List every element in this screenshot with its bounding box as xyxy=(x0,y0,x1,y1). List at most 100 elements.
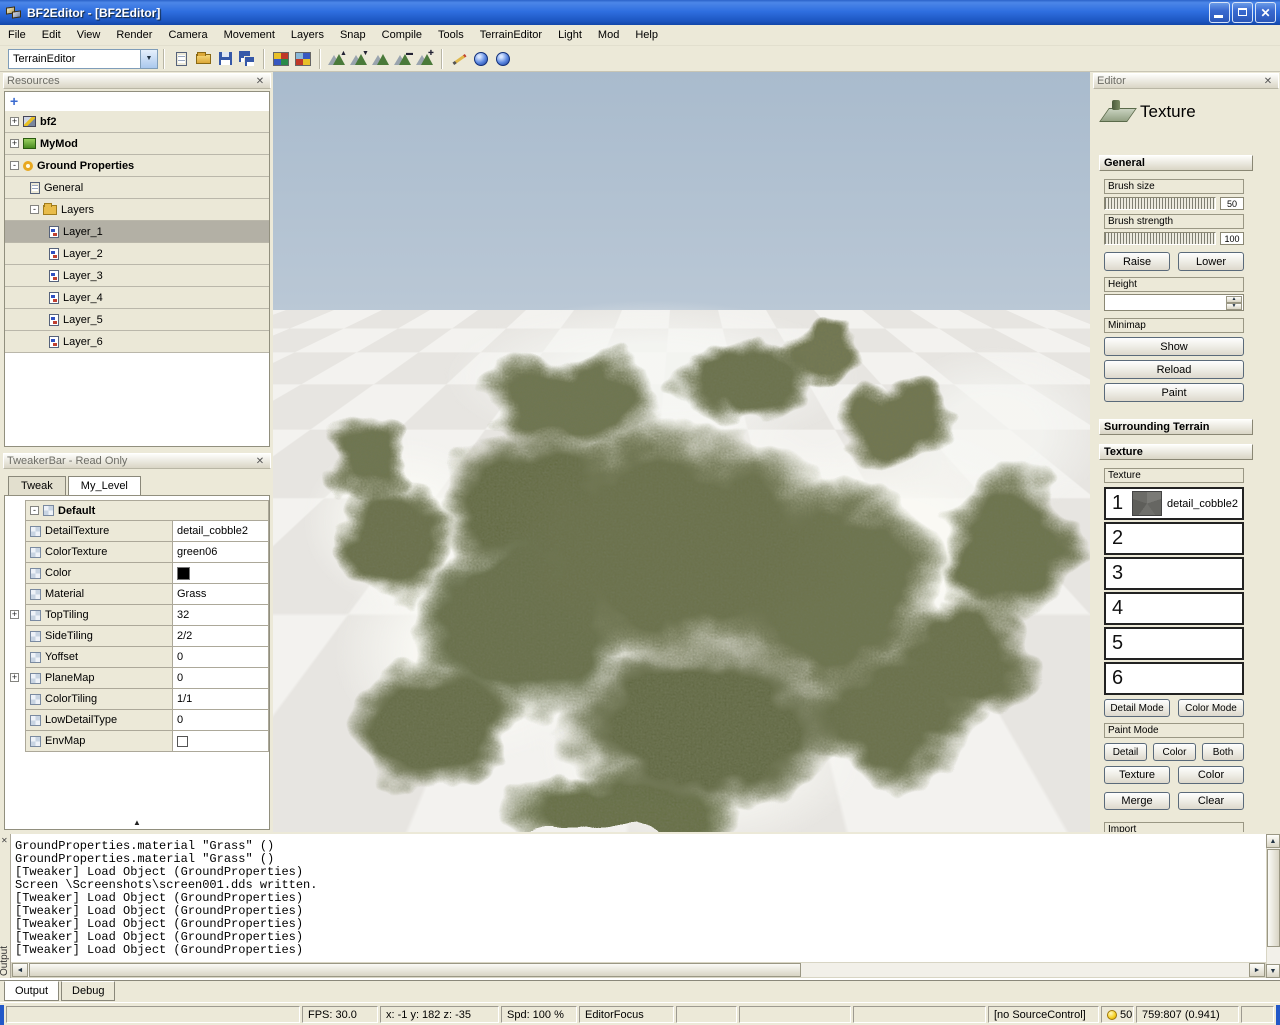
menu-tools[interactable]: Tools xyxy=(430,26,472,44)
texture-slot-2[interactable]: 2 xyxy=(1104,522,1244,555)
both-button[interactable]: Both xyxy=(1202,743,1244,761)
brush-size-slider[interactable] xyxy=(1104,197,1216,210)
color-paint-button[interactable]: Color xyxy=(1153,743,1196,761)
tree-item-mymod[interactable]: + MyMod xyxy=(5,133,269,155)
menu-snap[interactable]: Snap xyxy=(332,26,374,44)
property-row-colortexture[interactable]: ColorTexture green06 xyxy=(25,542,269,563)
menu-render[interactable]: Render xyxy=(108,26,160,44)
resource-view-icon[interactable] xyxy=(271,49,291,69)
dropdown-arrow-icon[interactable]: ▼ xyxy=(140,50,157,68)
merge-button[interactable]: Merge xyxy=(1104,792,1170,810)
property-value[interactable]: 0 xyxy=(177,651,183,663)
property-group-default[interactable]: - Default xyxy=(25,500,269,521)
expand-icon[interactable]: + xyxy=(10,117,19,126)
texture-slot-5[interactable]: 5 xyxy=(1104,627,1244,660)
import-label[interactable]: Import xyxy=(1104,822,1244,832)
expand-icon[interactable]: + xyxy=(10,673,19,682)
console-vertical-scrollbar[interactable]: ▲ ▼ xyxy=(1266,834,1280,978)
scroll-down-icon[interactable]: ▼ xyxy=(1266,964,1280,978)
property-value[interactable]: green06 xyxy=(177,546,217,558)
console-side-tab[interactable]: ✕ Output xyxy=(0,834,11,978)
property-value[interactable]: 1/1 xyxy=(177,693,192,705)
resources-close-icon[interactable]: ✕ xyxy=(253,76,267,87)
color-button[interactable]: Color xyxy=(1178,766,1244,784)
texture-slot-3[interactable]: 3 xyxy=(1104,557,1244,590)
detail-button[interactable]: Detail xyxy=(1104,743,1147,761)
add-resource-button[interactable]: + xyxy=(10,94,18,108)
property-value[interactable]: Grass xyxy=(177,588,206,600)
open-file-icon[interactable] xyxy=(193,49,213,69)
texture-slot-6[interactable]: 6 xyxy=(1104,662,1244,695)
restore-button[interactable] xyxy=(1232,2,1253,23)
collapse-icon[interactable]: - xyxy=(30,506,39,515)
property-row-envmap[interactable]: EnvMap xyxy=(25,731,269,752)
detail-mode-button[interactable]: Detail Mode xyxy=(1104,699,1170,717)
object-view-icon[interactable] xyxy=(293,49,313,69)
spin-down-icon[interactable]: ▼ xyxy=(1226,303,1242,310)
tree-item-bf2[interactable]: + bf2 xyxy=(5,111,269,133)
scrollbar-thumb[interactable] xyxy=(1267,849,1280,947)
property-row-color[interactable]: Color xyxy=(25,563,269,584)
tab-debug[interactable]: Debug xyxy=(61,981,115,1001)
property-row-colortiling[interactable]: ColorTiling 1/1 xyxy=(25,689,269,710)
tree-item-layer-3[interactable]: Layer_3 xyxy=(5,265,269,287)
console-horizontal-scrollbar[interactable]: ◄ ► xyxy=(11,962,1266,978)
level-terrain-icon[interactable]: ▬ xyxy=(393,49,413,69)
menu-camera[interactable]: Camera xyxy=(160,26,215,44)
menu-file[interactable]: File xyxy=(0,26,34,44)
tree-item-layer-2[interactable]: Layer_2 xyxy=(5,243,269,265)
console-close-icon[interactable]: ✕ xyxy=(1,836,8,845)
scroll-up-icon[interactable]: ▲ xyxy=(133,818,141,827)
slope-tool-icon[interactable] xyxy=(449,49,469,69)
texture-slot-4[interactable]: 4 xyxy=(1104,592,1244,625)
property-value[interactable]: detail_cobble2 xyxy=(177,525,248,537)
property-value[interactable]: 32 xyxy=(177,609,189,621)
tab-output[interactable]: Output xyxy=(4,981,59,1001)
texture-slot-1[interactable]: 1 detail_cobble2 xyxy=(1104,487,1244,520)
property-row-yoffset[interactable]: Yoffset 0 xyxy=(25,647,269,668)
tab-tweak[interactable]: Tweak xyxy=(8,476,66,495)
property-row-toptiling[interactable]: TopTiling 32 xyxy=(25,605,269,626)
smooth-terrain-icon[interactable] xyxy=(371,49,391,69)
scroll-up-icon[interactable]: ▲ xyxy=(1266,834,1280,848)
close-button[interactable]: ✕ xyxy=(1255,2,1276,23)
scrollbar-thumb[interactable] xyxy=(29,963,801,977)
property-value[interactable]: 2/2 xyxy=(177,630,192,642)
texture-button[interactable]: Texture xyxy=(1104,766,1170,784)
envmap-checkbox[interactable] xyxy=(177,736,188,747)
property-row-sidetiling[interactable]: SideTiling 2/2 xyxy=(25,626,269,647)
tree-item-layers[interactable]: - Layers xyxy=(5,199,269,221)
save-all-icon[interactable] xyxy=(237,49,257,69)
paint-terrain-icon[interactable]: ✚ xyxy=(415,49,435,69)
menu-view[interactable]: View xyxy=(69,26,109,44)
lower-button[interactable]: Lower xyxy=(1178,252,1244,271)
show-button[interactable]: Show xyxy=(1104,337,1244,356)
terrain-viewport[interactable] xyxy=(273,72,1090,832)
tree-item-layer-6[interactable]: Layer_6 xyxy=(5,331,269,353)
tree-item-layer-1[interactable]: Layer_1 xyxy=(5,221,269,243)
spin-up-icon[interactable]: ▲ xyxy=(1226,296,1242,303)
scroll-left-icon[interactable]: ◄ xyxy=(12,963,28,977)
menu-layers[interactable]: Layers xyxy=(283,26,332,44)
undergrowth-icon[interactable] xyxy=(471,49,491,69)
color-mode-button[interactable]: Color Mode xyxy=(1178,699,1244,717)
tree-item-ground-properties[interactable]: - Ground Properties xyxy=(5,155,269,177)
raise-button[interactable]: Raise xyxy=(1104,252,1170,271)
raise-terrain-icon[interactable]: ▲ xyxy=(327,49,347,69)
lower-terrain-icon[interactable]: ▼ xyxy=(349,49,369,69)
paint-button[interactable]: Paint xyxy=(1104,383,1244,402)
property-row-lowdetailtype[interactable]: LowDetailType 0 xyxy=(25,710,269,731)
menu-light[interactable]: Light xyxy=(550,26,590,44)
menu-help[interactable]: Help xyxy=(627,26,666,44)
editor-mode-dropdown[interactable]: TerrainEditor ▼ xyxy=(8,49,158,69)
new-file-icon[interactable] xyxy=(171,49,191,69)
tree-item-layer-5[interactable]: Layer_5 xyxy=(5,309,269,331)
menu-edit[interactable]: Edit xyxy=(34,26,69,44)
brush-strength-slider[interactable] xyxy=(1104,232,1216,245)
scroll-right-icon[interactable]: ► xyxy=(1249,963,1265,977)
property-value[interactable]: 0 xyxy=(177,714,183,726)
collapse-icon[interactable]: - xyxy=(30,205,39,214)
reload-button[interactable]: Reload xyxy=(1104,360,1244,379)
collapse-icon[interactable]: - xyxy=(10,161,19,170)
expand-icon[interactable]: + xyxy=(10,610,19,619)
